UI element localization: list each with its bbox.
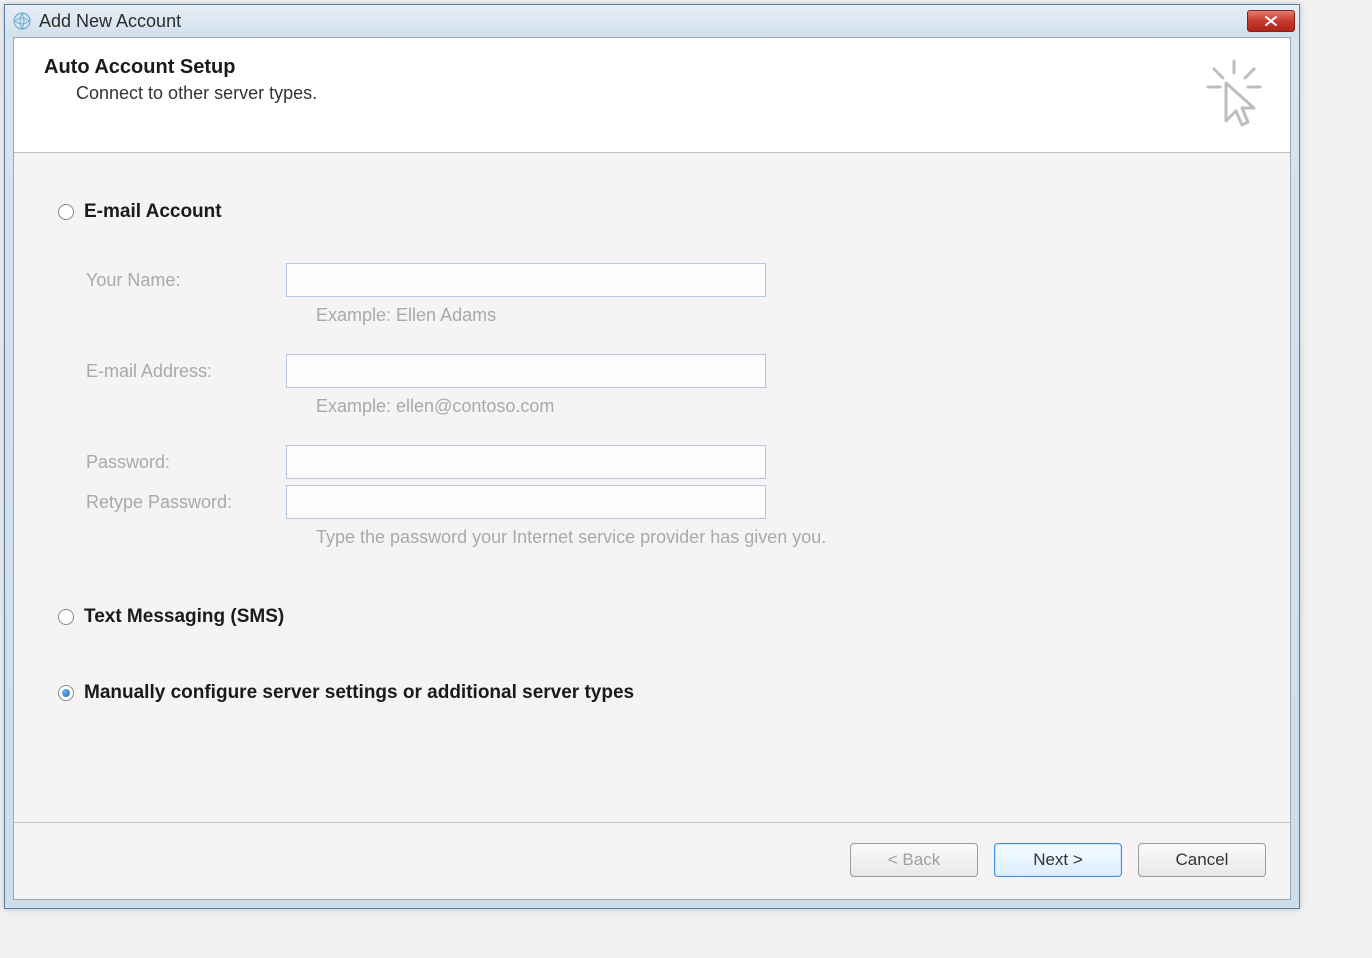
option-email-account[interactable]: E-mail Account	[58, 201, 1246, 223]
option-manual-configure[interactable]: Manually configure server settings or ad…	[58, 682, 1246, 704]
password-label: Password:	[86, 452, 286, 473]
option-label: Manually configure server settings or ad…	[84, 682, 634, 704]
wizard-header: Auto Account Setup Connect to other serv…	[14, 38, 1290, 153]
password-hint: Type the password your Internet service …	[316, 527, 1246, 548]
titlebar: Add New Account	[5, 5, 1299, 37]
retype-password-label: Retype Password:	[86, 492, 286, 513]
window-title: Add New Account	[39, 11, 1247, 32]
option-label: E-mail Account	[84, 201, 222, 223]
your-name-hint: Example: Ellen Adams	[316, 305, 1246, 326]
password-input	[286, 445, 766, 479]
app-icon	[13, 12, 31, 30]
your-name-label: Your Name:	[86, 270, 286, 291]
cancel-button[interactable]: Cancel	[1138, 843, 1266, 877]
email-address-hint: Example: ellen@contoso.com	[316, 396, 1246, 417]
close-button[interactable]	[1247, 10, 1295, 32]
radio-icon	[58, 685, 74, 701]
dialog-window: Add New Account Auto Account Setup Conne…	[4, 4, 1300, 909]
wizard-footer: < Back Next > Cancel	[14, 822, 1290, 899]
option-text-messaging[interactable]: Text Messaging (SMS)	[58, 606, 1246, 628]
cursor-click-icon	[1202, 56, 1266, 136]
email-form-area: Your Name: Example: Ellen Adams E-mail A…	[86, 263, 1246, 548]
page-subtitle: Connect to other server types.	[76, 83, 1202, 104]
wizard-body: E-mail Account Your Name: Example: Ellen…	[14, 153, 1290, 822]
retype-password-input	[286, 485, 766, 519]
email-address-label: E-mail Address:	[86, 361, 286, 382]
back-button: < Back	[850, 843, 978, 877]
your-name-input	[286, 263, 766, 297]
client-area: Auto Account Setup Connect to other serv…	[13, 37, 1291, 900]
email-address-input	[286, 354, 766, 388]
page-title: Auto Account Setup	[44, 56, 1202, 79]
radio-icon	[58, 609, 74, 625]
radio-icon	[58, 204, 74, 220]
option-label: Text Messaging (SMS)	[84, 606, 284, 628]
next-button[interactable]: Next >	[994, 843, 1122, 877]
